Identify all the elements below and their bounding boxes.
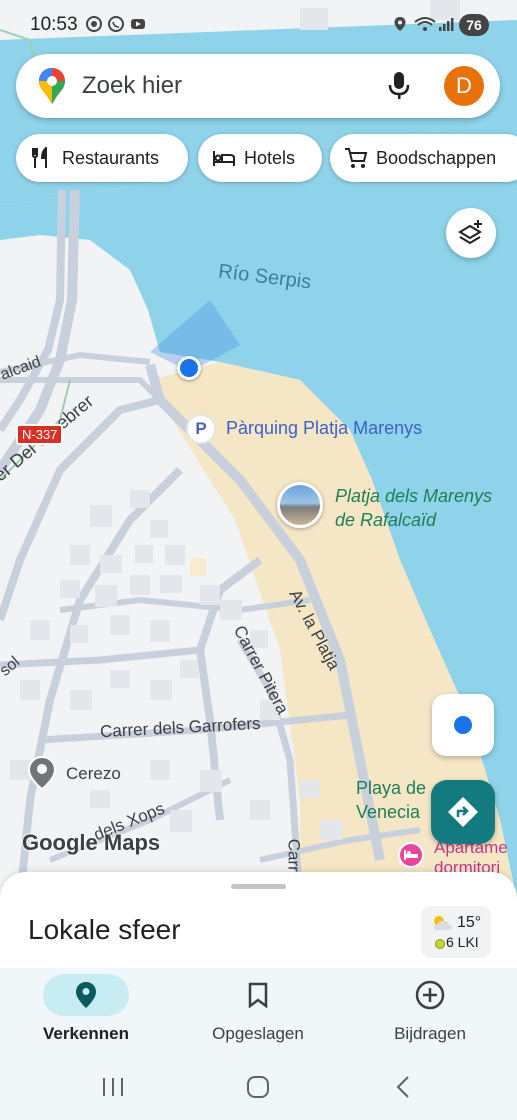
playa-venecia-line1[interactable]: Playa de bbox=[356, 778, 426, 799]
directions-button[interactable] bbox=[431, 780, 495, 844]
directions-icon bbox=[448, 797, 478, 827]
wifi-icon bbox=[414, 17, 436, 31]
home-icon[interactable] bbox=[246, 1075, 270, 1099]
search-bar[interactable]: Zoek hier D bbox=[16, 54, 500, 118]
nav-saved[interactable]: Opgeslagen bbox=[172, 968, 344, 1050]
google-maps-pin-icon bbox=[39, 68, 65, 104]
parking-icon: P bbox=[186, 414, 216, 444]
chrome-icon bbox=[86, 16, 102, 32]
system-navigation-bar bbox=[0, 1050, 517, 1120]
bottom-navigation: Verkennen Opgeslagen Bijdragen bbox=[0, 968, 517, 1050]
add-circle-icon bbox=[415, 980, 445, 1010]
nav-explore[interactable]: Verkennen bbox=[0, 968, 172, 1050]
shopping-cart-icon bbox=[345, 148, 368, 168]
battery-indicator: 76 bbox=[459, 14, 489, 36]
my-location-icon bbox=[454, 716, 472, 734]
chip-boodschappen-label: Boodschappen bbox=[376, 148, 497, 168]
partly-cloudy-icon bbox=[434, 916, 452, 930]
nav-contribute-label: Bijdragen bbox=[394, 1024, 466, 1043]
beach-label-line2: de Rafalcaïd bbox=[335, 510, 437, 530]
location-status-icon bbox=[394, 17, 406, 31]
nav-contribute[interactable]: Bijdragen bbox=[344, 968, 516, 1050]
chip-hotels[interactable]: Hotels bbox=[198, 134, 322, 182]
nav-saved-label: Opgeslagen bbox=[212, 1024, 304, 1043]
back-icon[interactable] bbox=[394, 1075, 412, 1099]
microphone-icon[interactable] bbox=[388, 71, 410, 101]
weather-widget[interactable]: 15° 6 LKI bbox=[421, 906, 491, 958]
hotel-bed-icon bbox=[398, 842, 424, 868]
chip-hotels-label: Hotels bbox=[244, 148, 296, 168]
parking-label: Pàrquing Platja Marenys bbox=[226, 418, 423, 438]
recent-apps-icon[interactable] bbox=[101, 1076, 125, 1098]
chip-restaurants-label: Restaurants bbox=[62, 148, 160, 168]
current-location-dot bbox=[177, 356, 201, 380]
status-time: 10:53 bbox=[30, 14, 78, 35]
signal-icon bbox=[439, 18, 454, 31]
beach-photo-marker bbox=[277, 482, 323, 528]
fork-knife-icon bbox=[32, 147, 47, 168]
status-bar: 10:53 76 bbox=[0, 0, 517, 50]
sheet-title: Lokale sfeer bbox=[28, 914, 181, 945]
aqi-dot-icon bbox=[435, 939, 445, 949]
google-maps-logo: Google Maps bbox=[22, 830, 161, 855]
whatsapp-icon bbox=[108, 16, 124, 32]
playa-venecia-line2[interactable]: Venecia bbox=[356, 802, 420, 823]
bookmark-icon bbox=[248, 982, 268, 1008]
road-badge-n337: N-337 bbox=[16, 424, 64, 445]
place-pin-icon bbox=[28, 756, 56, 790]
layers-button[interactable] bbox=[446, 208, 496, 258]
account-avatar[interactable]: D bbox=[444, 66, 484, 106]
chip-boodschappen[interactable]: Boodschappen bbox=[330, 134, 517, 182]
bottom-sheet[interactable]: Lokale sfeer 15° 6 LKI bbox=[0, 872, 517, 982]
aqi-value: 6 LKI bbox=[446, 934, 479, 950]
temperature-value: 15° bbox=[457, 914, 482, 931]
my-location-button[interactable] bbox=[432, 694, 494, 756]
bed-icon bbox=[213, 151, 235, 166]
layers-icon bbox=[458, 220, 482, 245]
nav-explore-label: Verkennen bbox=[43, 1024, 129, 1043]
search-input[interactable]: Zoek hier bbox=[82, 72, 182, 100]
youtube-icon bbox=[131, 19, 145, 29]
location-pin-icon bbox=[76, 982, 96, 1008]
sheet-drag-handle[interactable] bbox=[231, 884, 286, 889]
cerezo-label: Cerezo bbox=[66, 764, 121, 783]
chip-restaurants[interactable]: Restaurants bbox=[16, 134, 188, 182]
beach-label-line1: Platja dels Marenys bbox=[335, 486, 493, 506]
